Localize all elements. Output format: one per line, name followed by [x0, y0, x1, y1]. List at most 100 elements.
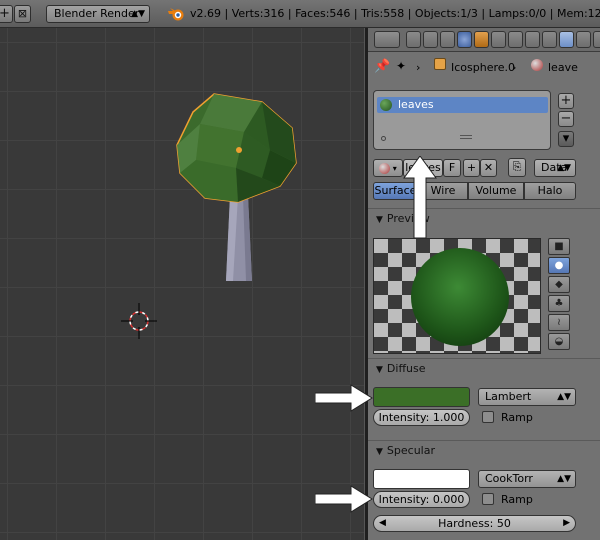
fake-user-button[interactable]: F: [443, 159, 461, 177]
specular-panel-title: Specular: [386, 444, 435, 457]
info-header: + ⊠ Blender Render ▲▼ v2.69 | Verts:316 …: [0, 0, 600, 28]
blender-window: + ⊠ Blender Render ▲▼ v2.69 | Verts:316 …: [0, 0, 600, 540]
slot-specials-button[interactable]: ▾: [558, 131, 574, 147]
diffuse-intensity-value: Intensity: 1.000: [378, 411, 465, 424]
tab-modifiers[interactable]: [508, 31, 523, 48]
specular-hardness-slider[interactable]: ◀ Hardness: 50 ▶: [373, 515, 576, 532]
material-preview-image: [373, 238, 541, 354]
context-object-name: Icosphere.0: [451, 61, 516, 74]
tab-halo[interactable]: Halo: [524, 182, 576, 200]
annotation-arrow-right-icon: [315, 384, 373, 412]
tab-halo-label: Halo: [537, 184, 563, 197]
tab-particles[interactable]: [576, 31, 591, 48]
remove-slot-label: −: [560, 111, 572, 126]
tab-volume[interactable]: Volume: [468, 182, 524, 200]
specular-intensity-value: Intensity: 0.000: [378, 493, 465, 506]
diffuse-intensity-field[interactable]: Intensity: 1.000: [373, 409, 470, 426]
chevron-left-icon: ◀: [379, 518, 386, 528]
annotation-arrow-right-icon: [315, 485, 373, 513]
diffuse-panel-title: Diffuse: [386, 362, 426, 375]
3d-cursor-icon: [121, 303, 157, 339]
pin-icon[interactable]: 📌: [374, 59, 390, 74]
unlink-material-label: ✕: [483, 161, 494, 174]
updown-arrow-icon: ▲▼: [557, 163, 571, 173]
diffuse-ramp-label: Ramp: [501, 411, 533, 424]
diffuse-shader-select[interactable]: Lambert ▲▼: [478, 388, 576, 406]
specular-color-swatch[interactable]: [373, 469, 470, 489]
diffuse-ramp-checkbox[interactable]: [482, 411, 494, 423]
add-screen-button[interactable]: +: [0, 5, 13, 23]
specular-shader-value: CookTorr: [485, 472, 533, 485]
specular-hardness-value: Hardness: 50: [438, 517, 511, 530]
add-slot-label: +: [560, 93, 572, 108]
tab-texture[interactable]: [559, 31, 574, 48]
scene-icon: ✦: [396, 59, 407, 73]
diffuse-color-swatch[interactable]: [373, 387, 470, 407]
material-slot-list[interactable]: leaves: [373, 90, 551, 150]
slot-specials-label: ▾: [562, 131, 570, 146]
render-engine-value: Blender Render: [54, 7, 140, 20]
diffuse-shader-value: Lambert: [485, 390, 532, 403]
specular-intensity-field[interactable]: Intensity: 0.000: [373, 491, 470, 508]
preview-sky-button[interactable]: ◒: [548, 333, 570, 350]
material-slot-item[interactable]: leaves: [377, 97, 548, 113]
viewport-scene: [121, 93, 297, 339]
chevron-right-icon: ›: [512, 61, 517, 74]
updown-arrow-icon: ▲▼: [557, 474, 571, 484]
preview-flat-button[interactable]: ■: [548, 238, 570, 255]
context-material-name: leave: [548, 61, 578, 74]
new-material-button[interactable]: +: [463, 159, 480, 177]
triangle-down-icon: ▼: [376, 215, 383, 225]
preview-monkey-button[interactable]: ♣: [548, 295, 570, 312]
chevron-right-icon: ▶: [563, 518, 570, 528]
tab-object[interactable]: [474, 31, 489, 48]
unlink-material-button[interactable]: ✕: [480, 159, 497, 177]
material-sphere-icon: [380, 99, 392, 111]
tab-render-layers[interactable]: [423, 31, 438, 48]
tab-data[interactable]: [525, 31, 540, 48]
material-sphere-icon: [379, 162, 391, 174]
add-slot-button[interactable]: +: [558, 93, 574, 109]
context-breadcrumb: 📌 ✦ › Icosphere.0 › leave: [368, 54, 600, 80]
material-slot-label: leaves: [398, 98, 434, 111]
render-engine-select[interactable]: Blender Render ▲▼: [46, 5, 150, 23]
material-sphere-icon: [531, 59, 543, 71]
specular-ramp-label: Ramp: [501, 493, 533, 506]
preview-sphere-button[interactable]: ●: [548, 257, 570, 274]
specular-panel-header[interactable]: ▼ Specular: [368, 440, 600, 460]
preview-sphere: [411, 248, 509, 346]
properties-editor: 📌 ✦ › Icosphere.0 › leave leaves + − ▾ ▾…: [368, 28, 600, 540]
tab-constraints[interactable]: [491, 31, 506, 48]
link-mode-select[interactable]: Data ▲▼: [534, 159, 576, 177]
preview-cube-button[interactable]: ◆: [548, 276, 570, 293]
tab-scene[interactable]: [440, 31, 455, 48]
diffuse-panel-header[interactable]: ▼ Diffuse: [368, 358, 600, 378]
list-resize-grip[interactable]: [460, 135, 472, 139]
tree-canopy: [176, 93, 297, 203]
specular-shader-select[interactable]: CookTorr ▲▼: [478, 470, 576, 488]
list-filter-icon[interactable]: [381, 136, 386, 141]
delete-screen-label: ⊠: [17, 7, 28, 20]
chevron-right-icon: ›: [416, 61, 421, 74]
triangle-down-icon: ▼: [376, 447, 383, 457]
editor-type-icon[interactable]: [374, 31, 400, 48]
add-screen-label: +: [0, 6, 10, 21]
remove-slot-button[interactable]: −: [558, 111, 574, 127]
tab-physics[interactable]: [593, 31, 600, 48]
specular-ramp-checkbox[interactable]: [482, 493, 494, 505]
preview-hair-button[interactable]: ≀: [548, 314, 570, 331]
fake-user-label: F: [448, 161, 456, 174]
browse-material-button[interactable]: ▾: [373, 159, 403, 177]
triangle-down-icon: ▼: [376, 365, 383, 375]
tab-world[interactable]: [457, 31, 472, 48]
properties-context-tabs: [368, 28, 600, 52]
updown-arrow-icon: ▲▼: [557, 392, 571, 402]
3d-viewport[interactable]: [0, 28, 364, 540]
object-cube-icon: [434, 58, 446, 70]
annotation-arrow-up-icon: [403, 156, 437, 238]
node-material-button[interactable]: ⎘: [508, 158, 526, 177]
tab-material[interactable]: [542, 31, 557, 48]
delete-screen-button[interactable]: ⊠: [14, 5, 31, 23]
tab-render[interactable]: [406, 31, 421, 48]
blender-logo-icon: [168, 8, 184, 21]
